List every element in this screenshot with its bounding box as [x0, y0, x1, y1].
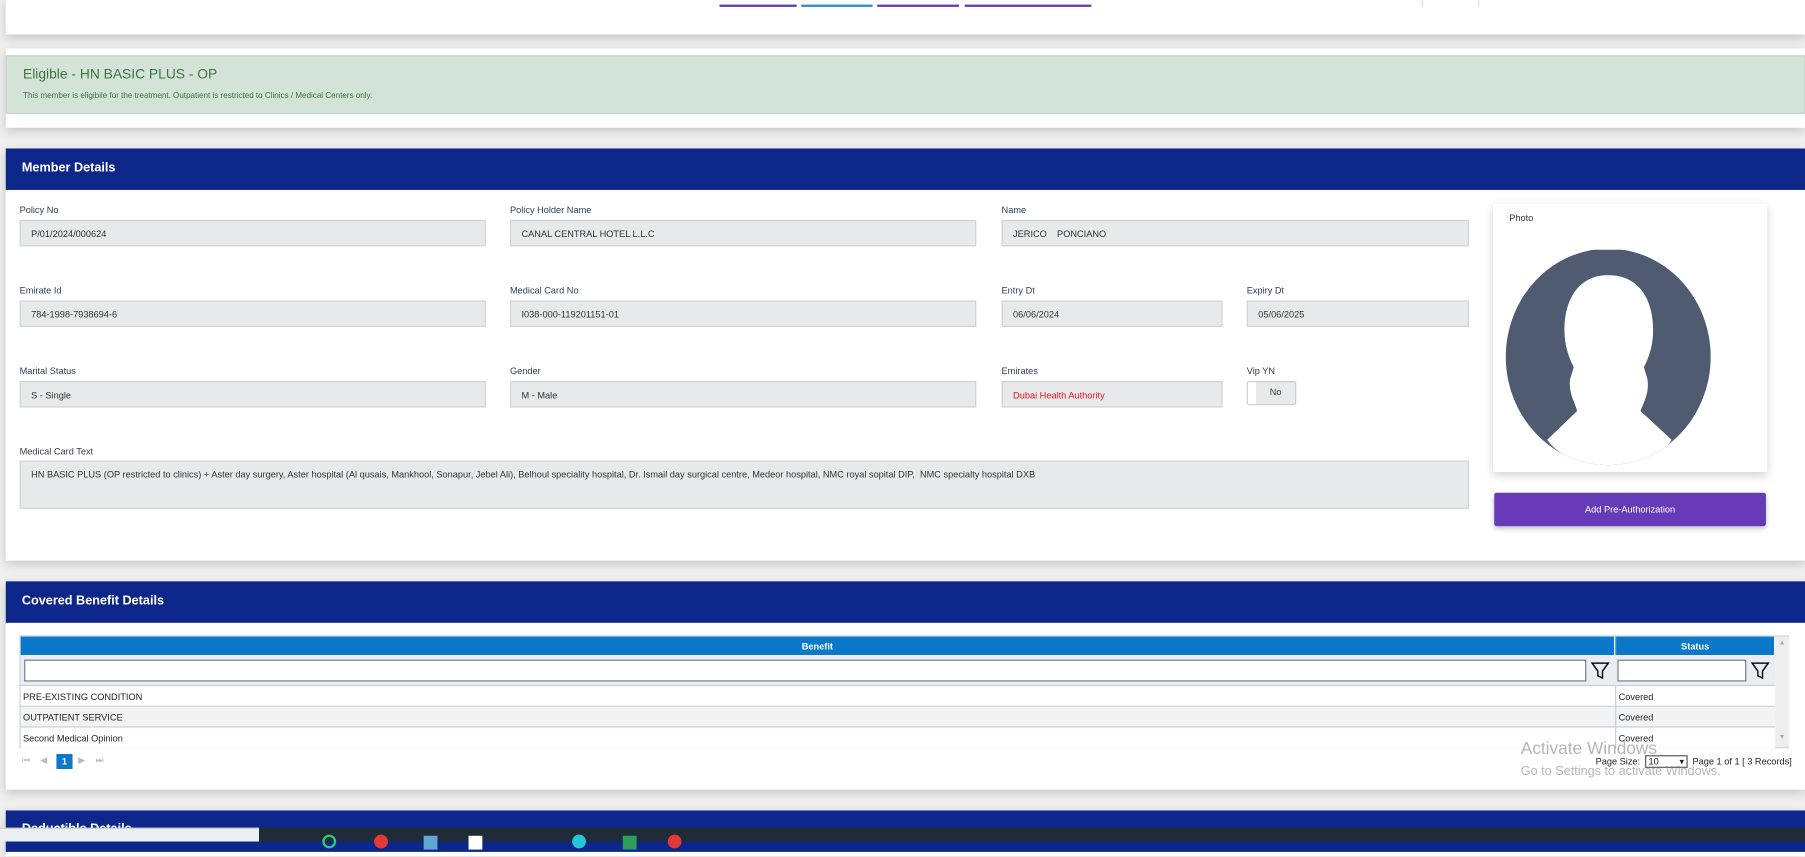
benefit-filter-input[interactable]: [24, 659, 1587, 682]
column-header-benefit[interactable]: Benefit: [20, 636, 1614, 656]
policy-no-field[interactable]: P/01/2024/000624: [19, 219, 486, 247]
policy-no-label: Policy No: [19, 204, 59, 216]
policy-holder-label: Policy Holder Name: [509, 204, 592, 216]
activate-windows-watermark: Activate Windows: [1520, 739, 1658, 759]
filter-row: [20, 655, 1776, 687]
entry-dt-label: Entry Dt: [1001, 285, 1035, 296]
benefit-cell: PRE-EXISTING CONDITION: [23, 691, 143, 703]
divider: [1478, 0, 1480, 7]
column-header-status[interactable]: Status: [1615, 636, 1774, 656]
member-details-header: Member Details: [5, 148, 1805, 190]
tab-button-4[interactable]: [964, 4, 1092, 7]
benefit-cell: Second Medical Opinion: [23, 733, 123, 744]
emirates-label: Emirates: [1001, 366, 1038, 377]
taskbar-app-icon[interactable]: [423, 835, 438, 850]
next-page-icon[interactable]: ▶: [78, 755, 85, 765]
vip-label: Vip YN: [1246, 366, 1276, 377]
filter-icon[interactable]: [1590, 661, 1610, 680]
marital-status-label: Marital Status: [19, 366, 76, 377]
toggle-knob: [1247, 382, 1256, 405]
medical-card-text-area[interactable]: HN BASIC PLUS (OP restricted to clinics)…: [19, 460, 1469, 509]
page-1-button[interactable]: 1: [56, 754, 73, 770]
status-cell: Covered: [1618, 712, 1654, 723]
medical-card-no-label: Medical Card No: [509, 285, 579, 296]
page: Eligible - HN BASIC PLUS - OP This membe…: [0, 0, 1805, 857]
vip-toggle[interactable]: No: [1246, 381, 1297, 406]
eligibility-title: Eligible - HN BASIC PLUS - OP: [23, 65, 218, 82]
name-label: Name: [1001, 204, 1027, 216]
policy-holder-field[interactable]: CANAL CENTRAL HOTEL L.L.C: [509, 219, 977, 247]
eligibility-message: This member is eligibile for the treatme…: [23, 92, 373, 101]
expiry-dt-field[interactable]: 05/06/2025: [1246, 300, 1469, 327]
photo-card: Photo: [1493, 203, 1768, 472]
emirate-id-label: Emirate Id: [19, 285, 62, 296]
avatar-placeholder-icon: [1505, 249, 1711, 466]
eligibility-card: Eligible - HN BASIC PLUS - OP This membe…: [5, 48, 1805, 128]
last-page-icon[interactable]: ⏭: [96, 755, 104, 767]
taskbar-app-icon[interactable]: [468, 835, 483, 850]
table-row[interactable]: PRE-EXISTING CONDITION Covered: [20, 686, 1776, 707]
tab-button-3[interactable]: [877, 4, 959, 7]
scroll-down-icon[interactable]: ▼: [1779, 734, 1786, 741]
top-toolbar-card: [5, 0, 1805, 35]
scroll-up-icon[interactable]: ▲: [1779, 640, 1786, 647]
tab-button-1[interactable]: [719, 4, 797, 7]
table-row[interactable]: OUTPATIENT SERVICE Covered: [20, 706, 1776, 728]
status-cell: Covered: [1618, 691, 1654, 703]
taskbar: [259, 827, 1805, 850]
filter-icon[interactable]: [1750, 661, 1770, 680]
name-field[interactable]: JERICO PONCIANO: [1001, 219, 1469, 247]
gender-field[interactable]: M - Male: [509, 381, 977, 408]
covered-benefits-header: Covered Benefit Details: [5, 581, 1805, 623]
medical-card-text-label: Medical Card Text: [19, 446, 94, 458]
eligibility-alert: Eligible - HN BASIC PLUS - OP This membe…: [5, 55, 1805, 114]
taskbar-app-icon[interactable]: [622, 835, 637, 850]
benefits-grid: Benefit Status PRE-EXISTING CONDITION Co…: [19, 635, 1789, 749]
table-row[interactable]: Second Medical Opinion Covered: [20, 727, 1776, 749]
first-page-icon[interactable]: ⏮: [22, 755, 30, 767]
tab-button-2[interactable]: [801, 4, 873, 7]
benefit-cell: OUTPATIENT SERVICE: [23, 712, 123, 723]
photo-label: Photo: [1509, 212, 1534, 224]
marital-status-field[interactable]: S - Single: [19, 381, 486, 408]
emirates-field[interactable]: Dubai Health Authority: [1001, 381, 1223, 408]
activate-windows-hint: Go to Settings to activate Windows.: [1520, 764, 1721, 779]
vip-value: No: [1269, 386, 1282, 398]
status-filter-input[interactable]: [1617, 659, 1747, 682]
gender-label: Gender: [509, 366, 541, 377]
taskbar-search[interactable]: [0, 827, 260, 842]
medical-card-no-field[interactable]: I038-000-119201151-01: [509, 300, 977, 327]
prev-page-icon[interactable]: ◀: [40, 755, 47, 765]
add-pre-authorization-button[interactable]: Add Pre-Authorization: [1494, 492, 1766, 527]
entry-dt-field[interactable]: 06/06/2024: [1001, 300, 1223, 327]
vertical-scrollbar[interactable]: ▲ ▼: [1775, 636, 1789, 748]
expiry-dt-label: Expiry Dt: [1246, 285, 1285, 296]
divider: [1421, 0, 1423, 7]
emirate-id-field[interactable]: 784-1998-7938694-6: [19, 300, 486, 327]
